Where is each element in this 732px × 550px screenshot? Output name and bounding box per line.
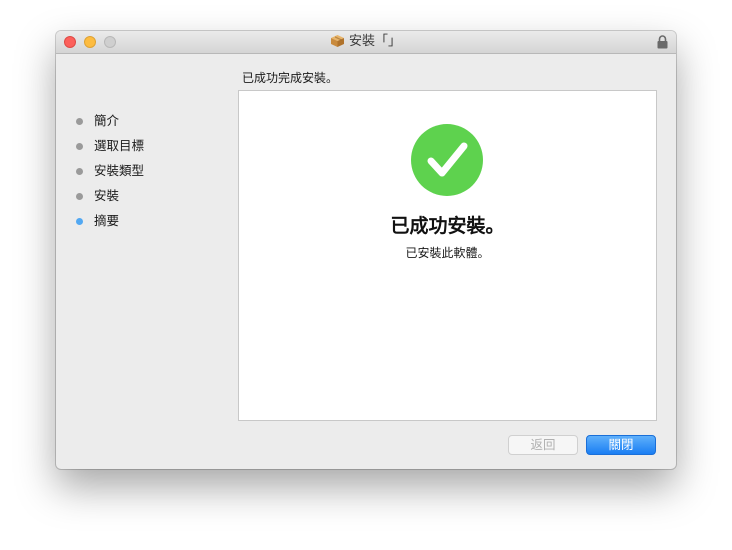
step-installation: 安裝: [76, 188, 226, 213]
close-button[interactable]: 關閉: [586, 435, 656, 455]
back-button[interactable]: 返回: [508, 435, 578, 455]
step-label: 選取目標: [94, 138, 145, 153]
step-indicator-dot: [76, 168, 83, 175]
step-installation-type: 安裝類型: [76, 163, 226, 188]
window-title: 安裝「」: [348, 34, 401, 49]
step-destination: 選取目標: [76, 138, 226, 163]
step-introduction: 簡介: [76, 113, 226, 138]
checkmark-icon: [411, 124, 483, 196]
content-panel: 已成功安裝。 已安裝此軟體。: [238, 90, 657, 421]
step-label: 摘要: [94, 213, 120, 228]
step-indicator-dot-active: [76, 218, 83, 225]
step-summary: 摘要: [76, 213, 226, 238]
lock-icon: [657, 35, 668, 49]
success-subtitle: 已安裝此軟體。: [405, 246, 490, 260]
step-label: 簡介: [94, 113, 120, 128]
window-title-container: 安裝「」: [56, 34, 676, 50]
step-indicator-dot: [76, 118, 83, 125]
step-indicator-dot: [76, 193, 83, 200]
title-bar[interactable]: 安裝「」: [56, 31, 676, 54]
step-indicator-dot: [76, 143, 83, 150]
page-heading: 已成功完成安裝。: [242, 71, 339, 85]
step-label: 安裝: [94, 188, 120, 203]
package-icon: [330, 35, 344, 47]
installer-window: 安裝「」 已成功完成安裝。 簡介 選取目標 安裝類型 安裝 摘要 已成功安裝。 …: [56, 31, 676, 469]
steps-sidebar: 簡介 選取目標 安裝類型 安裝 摘要: [76, 113, 226, 238]
step-label: 安裝類型: [94, 163, 145, 178]
success-title: 已成功安裝。: [390, 215, 505, 237]
